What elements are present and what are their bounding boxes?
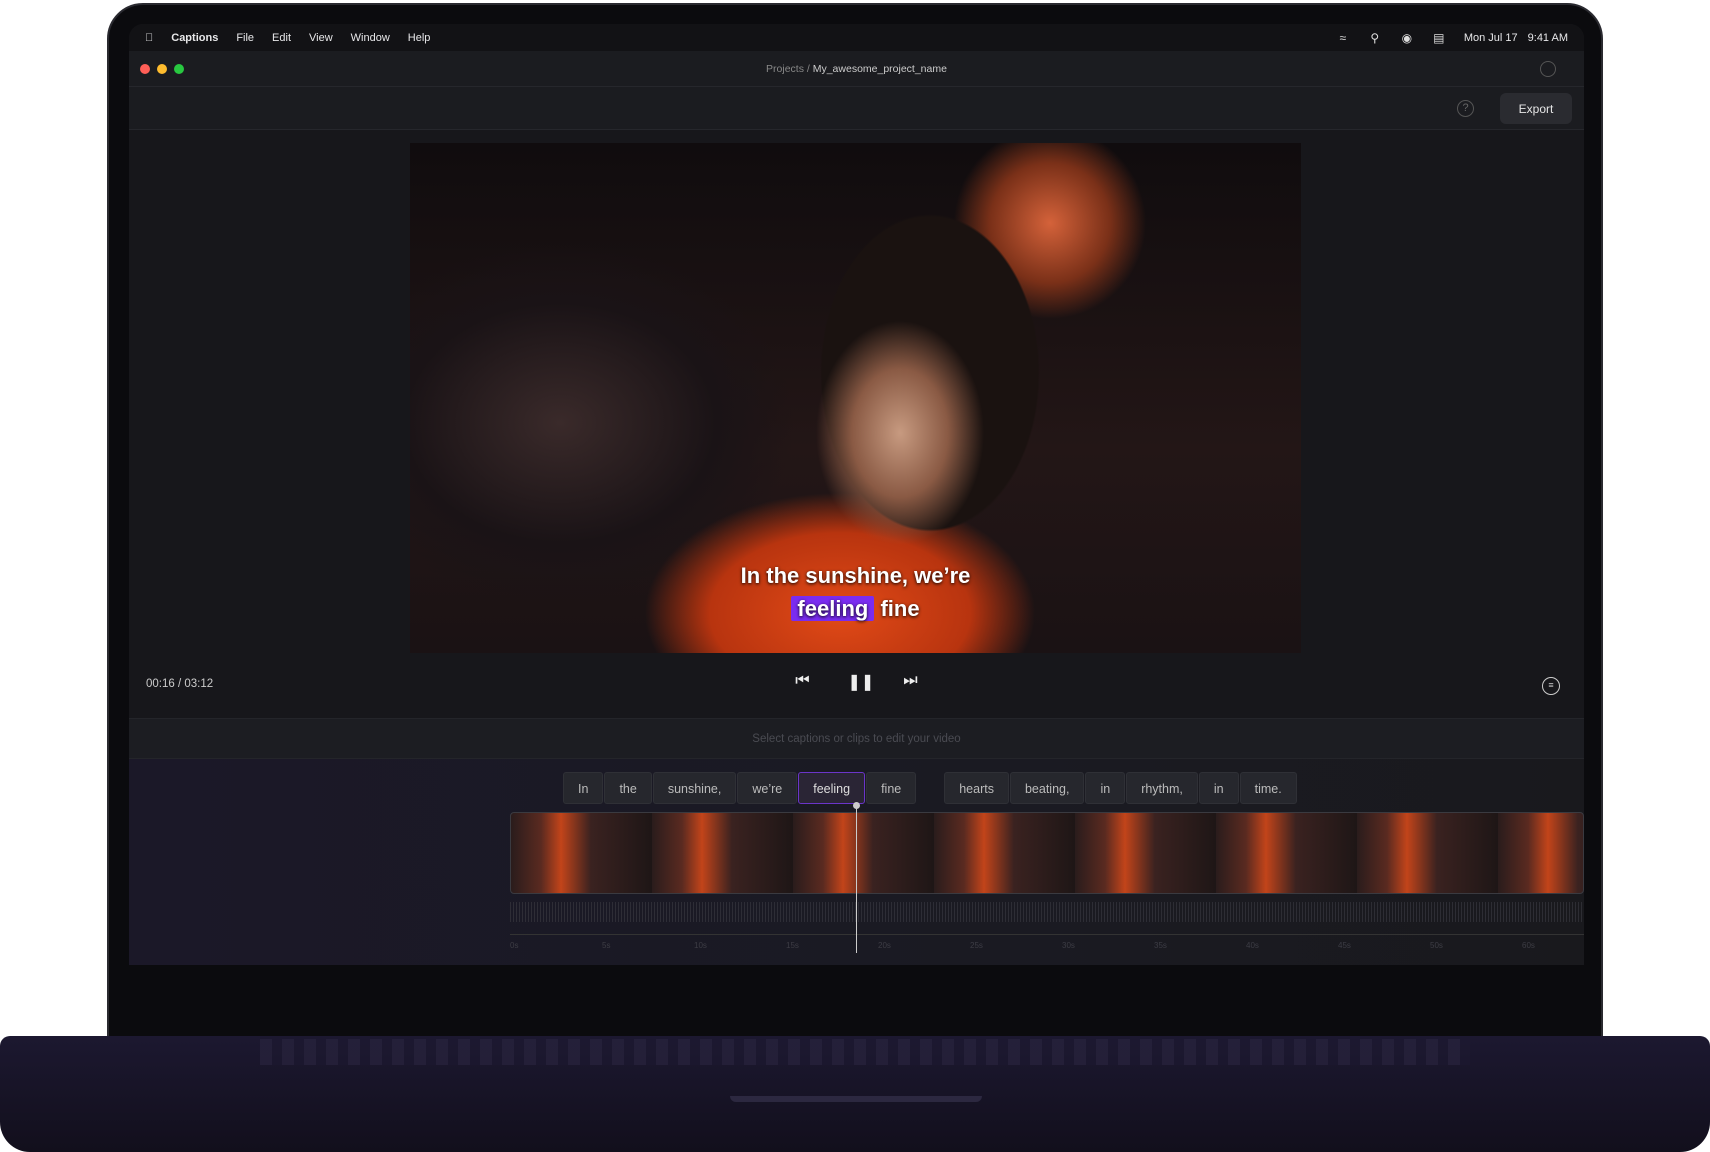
menu-bar:  Captions File Edit View Window Help ≈ … <box>129 24 1584 51</box>
ruler-tick: 10s <box>694 941 707 950</box>
ruler-tick: 25s <box>970 941 983 950</box>
word-chip[interactable]: beating, <box>1009 772 1085 804</box>
word-chip[interactable]: fine <box>866 772 917 804</box>
playback-controls: ⏮ ❚❚ ⏭ <box>129 672 1584 692</box>
app-window:  Captions File Edit View Window Help ≈ … <box>129 24 1584 965</box>
help-icon[interactable]: ? <box>1457 100 1474 117</box>
playhead[interactable] <box>853 802 860 953</box>
search-icon[interactable]: ⚲ <box>1368 31 1382 45</box>
word-chip[interactable]: In <box>563 772 604 804</box>
edit-hint: Select captions or clips to edit your vi… <box>129 718 1584 759</box>
toolbar: ? Export <box>129 87 1584 130</box>
video-preview[interactable]: In the sunshine, we’re feeling fine <box>410 143 1301 653</box>
ruler-tick: 15s <box>786 941 799 950</box>
ruler-tick: 0s <box>510 941 519 950</box>
apple-icon[interactable]:  <box>145 32 153 44</box>
close-button[interactable] <box>140 63 150 74</box>
caption-line-2: feeling fine <box>410 596 1301 622</box>
ruler-tick: 45s <box>1338 941 1351 950</box>
minimize-button[interactable] <box>157 63 167 74</box>
ruler-tick: 5s <box>602 941 611 950</box>
pause-icon[interactable]: ❚❚ <box>848 672 875 692</box>
word-chip[interactable]: sunshine, <box>652 772 737 804</box>
export-button[interactable]: Export <box>1500 93 1572 124</box>
video-filmstrip[interactable] <box>510 812 1584 894</box>
menu-view[interactable]: View <box>309 32 333 44</box>
time-ruler: 0s 5s 10s 15s 20s 25s 30s 35s 40s 45s 50s 60s <box>510 934 1584 960</box>
title-bar: Projects / My_awesome_project_name <box>129 51 1584 87</box>
word-chip[interactable]: time. <box>1239 772 1297 804</box>
word-chip[interactable]: in <box>1198 772 1239 804</box>
menu-time: 9:41 AM <box>1527 31 1568 44</box>
menu-window[interactable]: Window <box>351 32 390 44</box>
skip-back-icon[interactable]: ⏮ <box>794 672 812 692</box>
word-chip[interactable]: rhythm, <box>1126 772 1198 804</box>
caption-highlight-word: feeling <box>791 596 875 621</box>
account-icon[interactable] <box>1540 60 1556 77</box>
control-center-icon[interactable]: ▤ <box>1432 31 1446 45</box>
wifi-icon[interactable]: ≈ <box>1336 31 1350 45</box>
word-chip[interactable]: the <box>604 772 652 804</box>
laptop-base <box>0 1036 1710 1152</box>
menu-file[interactable]: File <box>236 32 254 44</box>
ruler-tick: 35s <box>1154 941 1167 950</box>
menu-app[interactable]: Captions <box>171 32 218 44</box>
skip-forward-icon[interactable]: ⏭ <box>902 672 920 692</box>
ruler-tick: 50s <box>1430 941 1443 950</box>
menu-date: Mon Jul 17 <box>1463 31 1518 44</box>
keyboard <box>260 1039 1470 1065</box>
word-chip[interactable]: in <box>1085 772 1126 804</box>
trackpad-notch <box>730 1096 982 1102</box>
ruler-tick: 60s <box>1522 941 1535 950</box>
word-chip[interactable]: we’re <box>737 772 798 804</box>
breadcrumb: Projects / My_awesome_project_name <box>766 63 947 75</box>
word-chip-selected[interactable]: feeling <box>798 772 866 804</box>
captions-settings-icon[interactable]: ≡ <box>1542 677 1560 695</box>
user-icon[interactable]: ◉ <box>1400 31 1414 45</box>
maximize-button[interactable] <box>174 63 184 74</box>
ruler-tick: 20s <box>878 941 891 950</box>
menu-help[interactable]: Help <box>408 32 431 44</box>
menu-edit[interactable]: Edit <box>272 32 291 44</box>
caption-word: fine <box>880 596 920 621</box>
timeline: In the sunshine, we’re feeling fine hear… <box>129 759 1584 965</box>
breadcrumb-projects[interactable]: Projects / <box>766 63 810 75</box>
ruler-tick: 40s <box>1246 941 1259 950</box>
caption-words: In the sunshine, we’re feeling fine hear… <box>563 772 1297 804</box>
breadcrumb-project: My_awesome_project_name <box>812 62 947 75</box>
caption-line-1: In the sunshine, we’re <box>740 563 971 588</box>
word-chip[interactable]: hearts <box>944 772 1009 804</box>
ruler-tick: 30s <box>1062 941 1075 950</box>
audio-waveform <box>510 902 1584 922</box>
